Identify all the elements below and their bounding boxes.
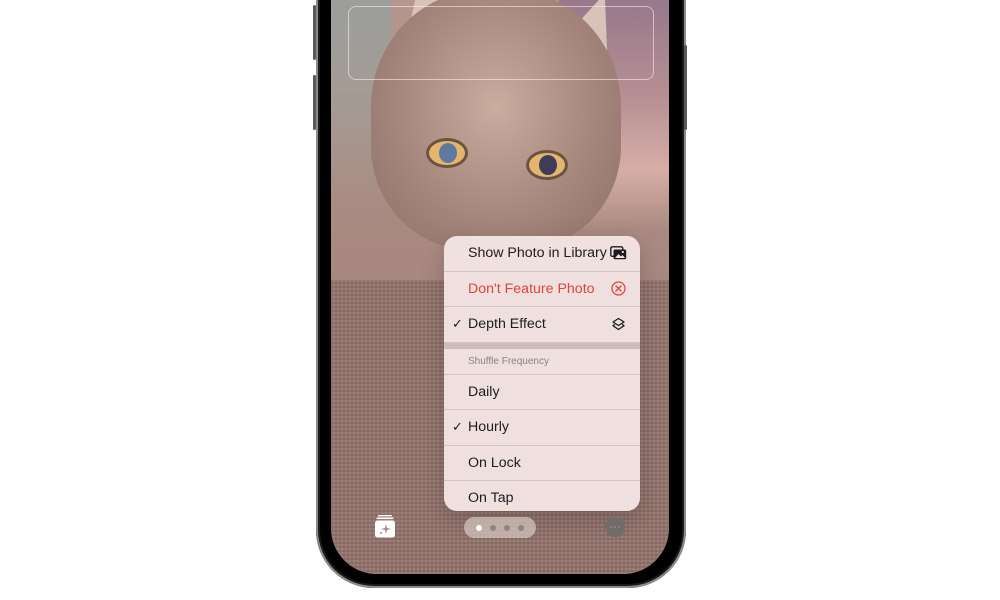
page-dot[interactable] [504,524,510,531]
ellipsis-dot [618,526,620,528]
menu-item-label: Depth Effect [468,316,546,333]
ellipsis-dot [614,526,616,528]
menu-item-on-lock[interactable]: On Lock [444,446,640,481]
page-dot-active[interactable] [476,524,482,531]
cat-eye-right [526,150,568,180]
menu-item-label: Don't Feature Photo [468,280,595,297]
photo-library-icon [609,244,627,262]
checkmark-icon: ✓ [452,419,463,435]
side-button-left-1 [313,5,316,60]
menu-item-show-photo-in-library[interactable]: Show Photo in Library [444,236,640,272]
menu-item-depth-effect[interactable]: ✓ Depth Effect [444,307,640,343]
photo-stack-sparkle-icon [375,515,395,538]
side-button-right [684,45,687,130]
menu-item-on-tap[interactable]: On Tap [444,481,640,511]
clock-widget-outline[interactable] [348,6,654,80]
cat-eye-left [426,138,468,168]
menu-item-hourly[interactable]: ✓ Hourly [444,410,640,446]
wallpaper-page-indicator[interactable] [464,517,536,538]
wallpaper-context-menu: Show Photo in Library Don't Feature Phot… [444,236,640,511]
page-dot[interactable] [518,524,524,531]
menu-item-label: On Lock [468,454,521,471]
menu-item-label: On Tap [468,490,514,507]
shuffle-frequency-header: Shuffle Frequency [444,349,640,375]
menu-item-label: Show Photo in Library [468,245,607,262]
side-button-left-2 [313,75,316,130]
layers-icon [609,315,627,333]
more-options-button[interactable] [605,517,625,537]
menu-item-label: Hourly [468,419,509,436]
ellipsis-icon [610,526,612,528]
photo-stack-sparkle-button[interactable] [374,514,396,538]
checkmark-icon: ✓ [452,316,463,332]
menu-item-label: Daily [468,383,500,400]
menu-item-dont-feature-photo[interactable]: Don't Feature Photo [444,272,640,307]
page-dot[interactable] [490,524,496,531]
x-circle-icon [609,280,627,298]
menu-item-daily[interactable]: Daily [444,375,640,410]
